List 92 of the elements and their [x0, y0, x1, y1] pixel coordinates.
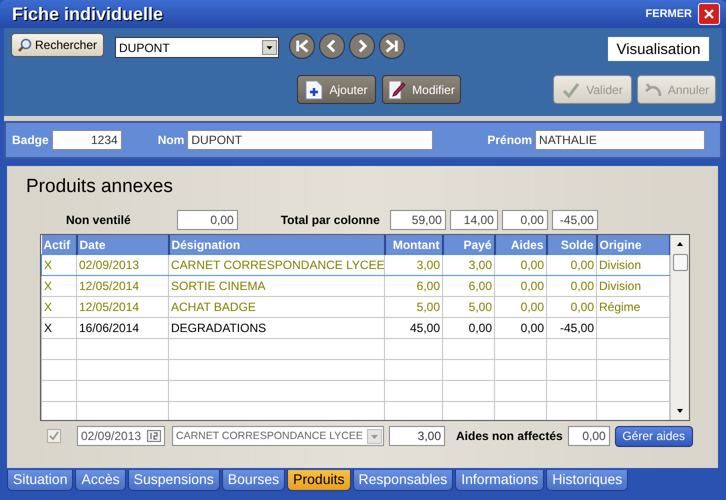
tab[interactable]: Informations: [455, 470, 544, 491]
edit-button[interactable]: Modifier: [382, 75, 461, 104]
total-field: 0,00: [502, 210, 548, 230]
table-row[interactable]: X 16/06/2014 DEGRADATIONS 45,00 0,00 0,00 -45,00: [42, 318, 670, 338]
input-field[interactable]: 1234: [52, 130, 122, 150]
field-label: Badge: [12, 133, 49, 147]
tab[interactable]: Situation: [7, 470, 74, 491]
table-cell: Régime: [599, 300, 640, 314]
table-cell: 0,00: [520, 279, 544, 293]
column-header[interactable]: Origine: [596, 235, 670, 254]
table-cell: 0,00: [570, 300, 594, 314]
designation-dropdown[interactable]: CARNET CORRESPONDANCE LYCEE: [172, 426, 384, 446]
tab[interactable]: Bourses: [222, 470, 286, 491]
column-header[interactable]: Actif: [42, 235, 76, 254]
next-icon[interactable]: [349, 33, 375, 59]
table-cell: 12/05/2014: [79, 279, 140, 293]
input-field[interactable]: DUPONT: [187, 130, 434, 150]
column-header[interactable]: Aides: [494, 235, 546, 254]
manage-aids-button[interactable]: Gérer aides: [614, 426, 693, 446]
table-cell: 12/05/2014: [79, 300, 140, 314]
close-button[interactable]: [698, 3, 720, 25]
table-cell: 6,00: [468, 279, 492, 293]
table-cell: SORTIE CINEMA: [171, 279, 266, 293]
total-field: -45,00: [552, 210, 598, 230]
tab[interactable]: Accès: [75, 470, 126, 491]
table-cell: -45,00: [560, 321, 594, 335]
table-cell: Division: [599, 258, 642, 272]
table-row[interactable]: X 12/05/2014 ACHAT BADGE 5,00 5,00 0,00 0,00 Régime: [42, 296, 670, 318]
table-cell: X: [44, 300, 52, 314]
table-cell: 45,00: [410, 321, 440, 335]
table-cell: 0,00: [520, 300, 544, 314]
table-cell: 0,00: [520, 321, 544, 335]
add-button[interactable]: Ajouter: [297, 75, 376, 104]
total-field: 59,00: [390, 210, 446, 230]
table-cell: 0,00: [570, 279, 594, 293]
add-document-icon: [305, 80, 324, 100]
last-record-icon[interactable]: [379, 33, 405, 59]
tab[interactable]: Historiques: [546, 470, 628, 491]
table-cell: 16/06/2014: [79, 321, 140, 335]
total-field: 0,00: [176, 210, 238, 230]
column-header[interactable]: Date: [76, 235, 168, 254]
column-header[interactable]: Désignation: [168, 235, 384, 254]
table-cell: X: [44, 258, 52, 272]
tab[interactable]: Produits: [287, 470, 350, 491]
amount-field[interactable]: 3,00: [389, 426, 445, 446]
search-icon: [18, 38, 32, 52]
table-cell: X: [44, 279, 52, 293]
name-dropdown[interactable]: DUPONT: [115, 37, 279, 58]
column-header[interactable]: Solde: [546, 235, 596, 254]
table-cell: 5,00: [416, 300, 440, 314]
search-button[interactable]: Rechercher: [11, 33, 104, 57]
table-cell: 6,00: [416, 279, 440, 293]
mode-indicator: Visualisation: [608, 37, 709, 61]
input-field[interactable]: NATHALIE: [535, 130, 706, 150]
pencil-icon: [388, 80, 406, 100]
first-record-icon[interactable]: [289, 33, 315, 59]
total-field: 14,00: [450, 210, 498, 230]
table-cell: Division: [599, 279, 642, 293]
table-cell: ACHAT BADGE: [171, 300, 256, 314]
table-cell: X: [44, 321, 52, 335]
scroll-thumb[interactable]: [673, 254, 688, 271]
check-icon: [562, 82, 580, 98]
checkbox[interactable]: [47, 429, 61, 443]
table-cell: 0,00: [520, 258, 544, 272]
tab[interactable]: Suspensions: [128, 470, 220, 491]
column-header[interactable]: Payé: [442, 235, 494, 254]
field-label: Nom: [158, 133, 184, 147]
table-cell: 0,00: [468, 321, 492, 335]
table-cell: 0,00: [570, 258, 594, 272]
table-cell: 5,00: [468, 300, 492, 314]
caret-icon: [367, 428, 382, 444]
date-field[interactable]: 02/09/2013: [77, 426, 165, 446]
column-header[interactable]: Montant: [384, 235, 442, 254]
table-row[interactable]: X 12/05/2014 SORTIE CINEMA 6,00 6,00 0,00 0,00 Division: [42, 276, 670, 296]
close-label: FERMER: [646, 8, 692, 20]
previous-icon[interactable]: [319, 33, 345, 59]
field-label: Prénom: [487, 133, 532, 147]
table-cell: 3,00: [416, 258, 440, 272]
calendar-icon: [147, 430, 161, 442]
table-cell: DEGRADATIONS: [171, 321, 266, 335]
field-label: Aides non affectés: [456, 429, 563, 443]
tab[interactable]: Responsables: [352, 470, 454, 491]
table-cell: 3,00: [468, 258, 492, 272]
aides-field[interactable]: 0,00: [568, 426, 610, 446]
field-label: Non ventilé: [66, 213, 131, 227]
undo-icon: [644, 82, 662, 98]
section-title: Produits annexes: [26, 176, 173, 198]
window-title: Fiche individuelle: [12, 4, 164, 24]
close-icon: [704, 9, 714, 19]
table-cell: 02/09/2013: [79, 258, 140, 272]
field-label: Total par colonne: [280, 213, 380, 227]
caret-icon: [262, 40, 277, 55]
